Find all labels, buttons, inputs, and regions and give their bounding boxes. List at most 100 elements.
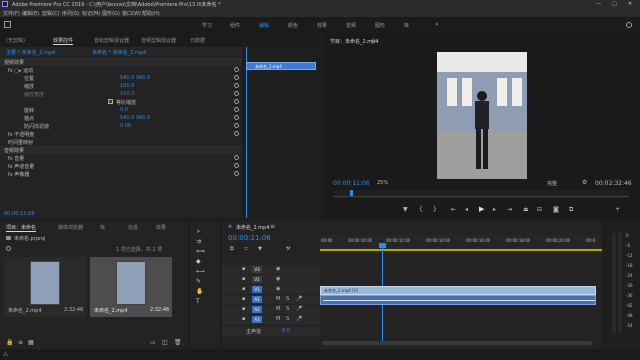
fx-row-antiflicker[interactable]: 防闪烁滤镜 0.00 [0, 122, 242, 130]
fx-row-value[interactable]: 100.0 [120, 83, 134, 89]
mute-icon[interactable]: M [276, 316, 280, 322]
playhead-handle[interactable] [379, 243, 386, 248]
lock-icon[interactable]: ▪ [242, 306, 245, 312]
tab-no-clip[interactable]: (无剪辑) [6, 37, 25, 44]
list-view-icon[interactable]: ≡ [18, 339, 23, 346]
workspace-editing[interactable]: 编辑 [259, 22, 269, 29]
out-point-icon[interactable]: } [433, 206, 437, 213]
audio-clip[interactable] [320, 295, 596, 305]
fx-clip-bar[interactable]: 未命名_2.mp4 [246, 62, 316, 70]
menu-window[interactable]: 窗口(W) [122, 10, 141, 17]
workspace-effects[interactable]: 效果 [317, 22, 327, 29]
track-label[interactable]: V2 [252, 276, 262, 283]
fx-row-uniform-scale[interactable]: 等比缩放 [0, 98, 242, 106]
time-ruler[interactable]: 00:00 00:00:10:00 00:00:12:00 00:00:14:0… [320, 235, 602, 253]
video-clip[interactable]: 未命名_2.mp4 [V] [320, 286, 596, 295]
reset-icon[interactable] [234, 163, 239, 168]
eye-icon[interactable]: ◉ [276, 276, 280, 282]
delete-icon[interactable]: 🗑 [174, 339, 182, 346]
solo-icon[interactable]: S [286, 306, 289, 312]
fx-row-anchor[interactable]: 锚点 540.0 960.0 [0, 114, 242, 122]
solo-icon[interactable]: S [286, 316, 289, 322]
eye-icon[interactable]: ◉ [276, 286, 280, 292]
track-v2[interactable]: ▪ V2 ◉ [222, 275, 602, 284]
menu-clip[interactable]: 剪辑(C) [42, 10, 59, 17]
minimize-button[interactable]: — [596, 1, 606, 7]
warning-icon[interactable]: ⚠ [3, 351, 8, 358]
track-label[interactable]: V3 [252, 266, 262, 273]
workspace-assembly[interactable]: 组件 [230, 22, 240, 29]
program-video-frame[interactable] [437, 52, 527, 179]
ripple-edit-icon[interactable]: ⟺ [196, 249, 205, 255]
lock-icon[interactable]: ▪ [242, 296, 245, 302]
reset-icon[interactable] [234, 67, 239, 72]
workspace-audio[interactable]: 音频 [346, 22, 356, 29]
tab-clip-mixer[interactable]: 音频剪辑混合器 [141, 37, 176, 44]
fx-row-scale[interactable]: 缩放 100.0 [0, 82, 242, 90]
close-button[interactable]: ✕ [628, 1, 638, 7]
fx-row-value[interactable]: 0.0 [120, 107, 128, 113]
maximize-button[interactable]: ▢ [612, 1, 622, 7]
tab-effects[interactable]: 效果 [156, 224, 166, 231]
lock-icon[interactable]: ▪ [242, 266, 245, 272]
mic-icon[interactable]: 🎤 [296, 296, 302, 302]
eye-icon[interactable]: ◉ [276, 266, 280, 272]
tab-media-browser[interactable]: 媒体浏览器 [58, 224, 83, 231]
add-marker-icon[interactable]: ▼ [258, 246, 262, 252]
menu-graphics[interactable]: 图形(G) [102, 10, 120, 17]
fx-row-time-remap[interactable]: 时间重映射 [0, 138, 242, 146]
fx-row-panner[interactable]: fx 声像器 [0, 170, 242, 178]
master-value[interactable]: 0.0 [282, 328, 290, 334]
selection-tool-icon[interactable]: ➤ [196, 229, 202, 235]
hand-tool-icon[interactable]: ✋ [196, 289, 203, 295]
reset-icon[interactable] [234, 171, 239, 176]
export-frame-icon[interactable]: ◙ [553, 206, 559, 213]
program-fit[interactable]: 25% [377, 180, 388, 186]
step-forward-icon[interactable]: ▸ [493, 206, 496, 213]
step-back-icon[interactable]: ◂ [465, 206, 468, 213]
zoom-scrollbar[interactable] [322, 341, 592, 345]
track-label[interactable]: A1 [252, 296, 262, 303]
new-bin-icon[interactable]: ▭ [150, 339, 156, 346]
type-tool-icon[interactable]: T [196, 299, 202, 305]
comparison-view-icon[interactable]: ⧉ [569, 206, 573, 214]
track-select-icon[interactable]: ⇉ [196, 239, 202, 245]
mute-icon[interactable]: M [276, 306, 280, 312]
program-menu-icon[interactable]: ≡ [371, 37, 376, 44]
tab-project[interactable]: 项目：未命名 [6, 224, 37, 232]
fx-row-channel-volume[interactable]: fx 声道音量 [0, 162, 242, 170]
snap-icon[interactable]: ⧉ [230, 246, 234, 252]
go-to-out-icon[interactable]: ⇥ [507, 206, 512, 213]
wrench-icon[interactable]: ⚒ [286, 246, 290, 252]
reset-icon[interactable] [234, 107, 239, 112]
menu-edit[interactable]: 编辑(E) [22, 10, 39, 17]
linked-selection-icon[interactable]: ⊂ [244, 246, 248, 252]
fx-row-scale-width[interactable]: 缩放宽度 100.0 [0, 90, 242, 98]
lock-icon[interactable]: ▪ [242, 276, 245, 282]
settings-wrench-icon[interactable]: ⚙ [582, 179, 587, 186]
sequence-title[interactable]: 未命名_2.mp4 [236, 224, 270, 231]
menu-marker[interactable]: 标记(M) [82, 10, 100, 17]
fx-row-value[interactable]: 0.00 [120, 123, 131, 129]
add-button-icon[interactable]: + [615, 206, 620, 213]
program-timecode[interactable]: 00:00:11:06 [333, 180, 370, 187]
track-label[interactable]: A2 [252, 306, 262, 313]
icon-view-icon[interactable]: ▦ [28, 339, 34, 346]
work-area-bar[interactable] [320, 249, 602, 251]
workspace-color[interactable]: 颜色 [288, 22, 298, 29]
workspace-learn[interactable]: 学习 [202, 22, 212, 29]
fx-row-opacity[interactable]: fx 不透明度 [0, 130, 242, 138]
track-a2[interactable]: ▪ A2 M S 🎤 [222, 305, 602, 314]
track-v3[interactable]: ▪ V3 ◉ [222, 265, 602, 274]
lift-icon[interactable]: ⏏ [523, 206, 529, 213]
program-scrubber[interactable] [333, 190, 629, 198]
tab-effect-controls[interactable]: 效果控件 [53, 37, 74, 45]
workspace-graphics[interactable]: 图形 [375, 22, 385, 29]
new-item-icon[interactable]: ◫ [162, 339, 168, 346]
sequence-menu-icon[interactable]: ≡ [270, 223, 275, 230]
play-icon[interactable]: ▶ [479, 205, 484, 213]
project-item[interactable]: 未命名_2.mp4 2:32:46 [4, 257, 86, 317]
close-sequence-icon[interactable]: ✕ [228, 224, 232, 230]
go-to-in-icon[interactable]: ⇤ [451, 206, 456, 213]
fx-row-value[interactable]: 540.0 960.0 [120, 75, 150, 81]
